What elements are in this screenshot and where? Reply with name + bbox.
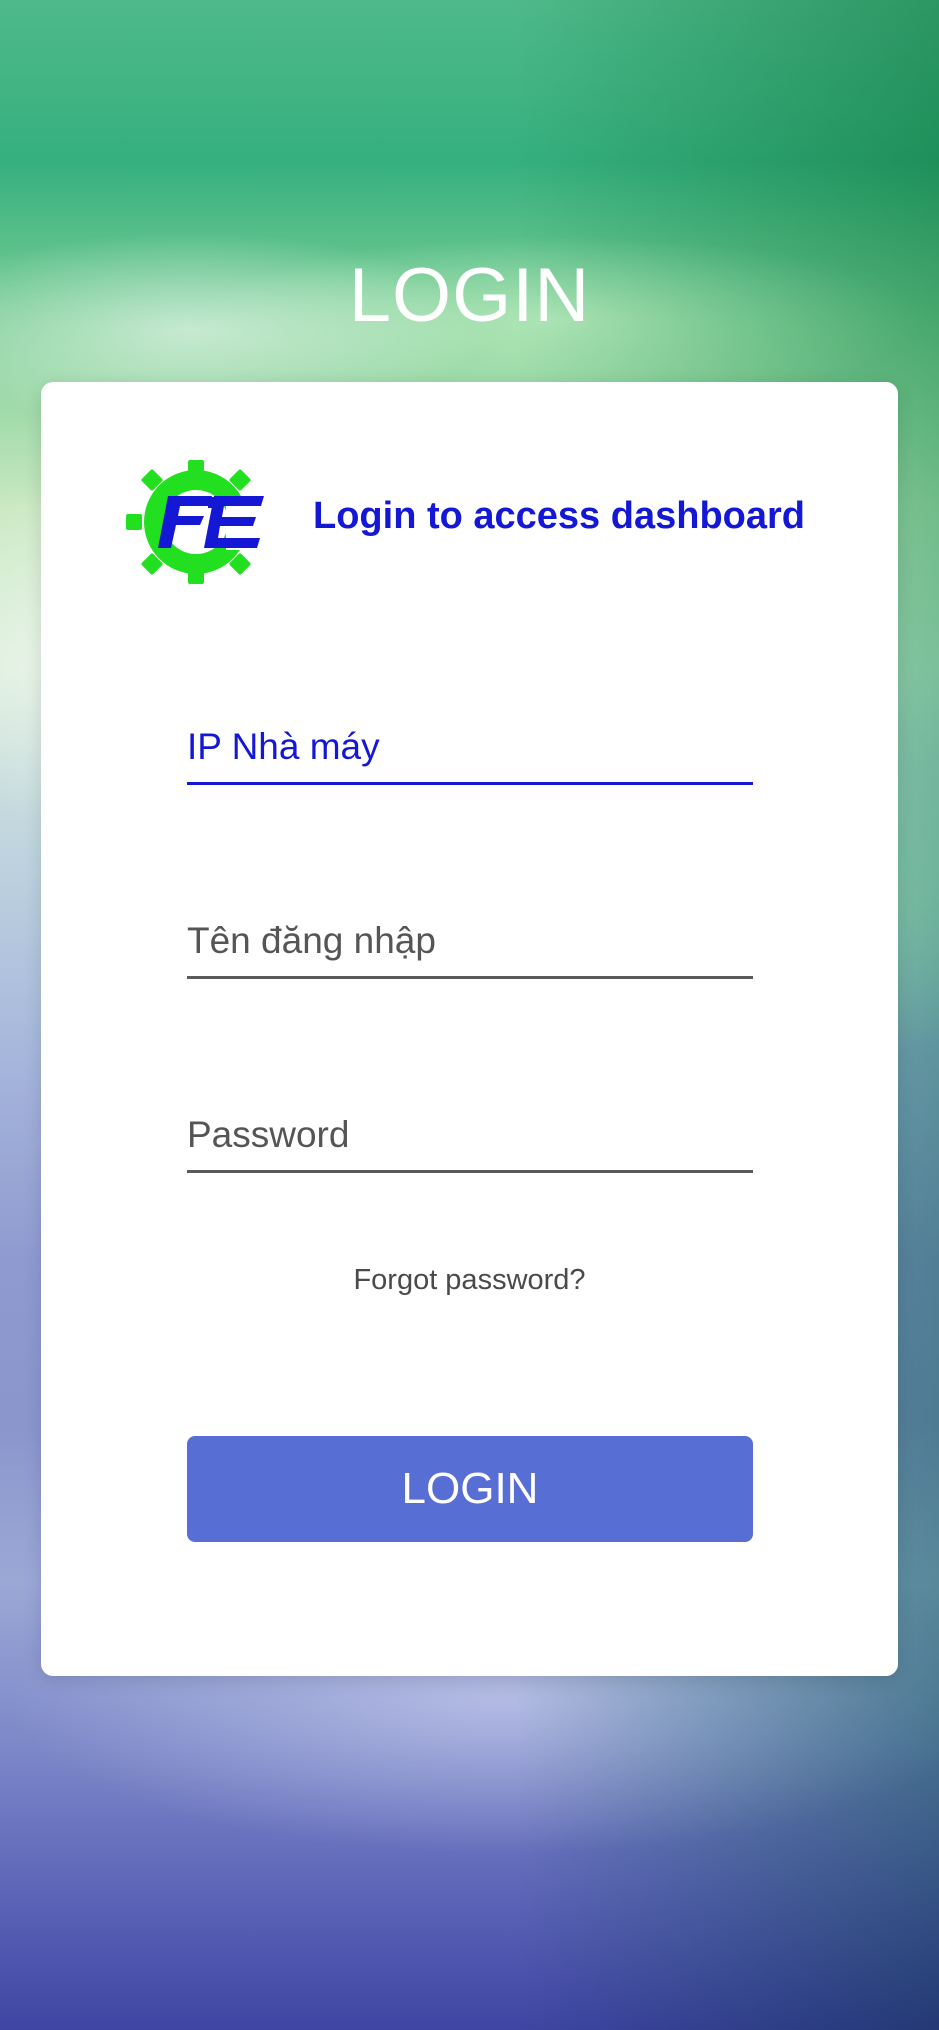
forgot-password-link[interactable]: Forgot password? <box>41 1264 898 1297</box>
login-subtitle: Login to access dashboard <box>313 495 805 537</box>
password-input[interactable] <box>187 1114 753 1156</box>
username-field <box>187 896 753 979</box>
login-card: Login to access dashboard Forgot passwor… <box>41 382 898 1676</box>
factory-ip-input[interactable] <box>187 726 753 768</box>
username-input[interactable] <box>187 920 753 962</box>
factory-ip-field <box>187 702 753 785</box>
page-title: LOGIN <box>348 253 591 338</box>
gear-logo-icon <box>126 460 266 584</box>
password-field <box>187 1090 753 1173</box>
login-button[interactable]: LOGIN <box>187 1436 753 1542</box>
